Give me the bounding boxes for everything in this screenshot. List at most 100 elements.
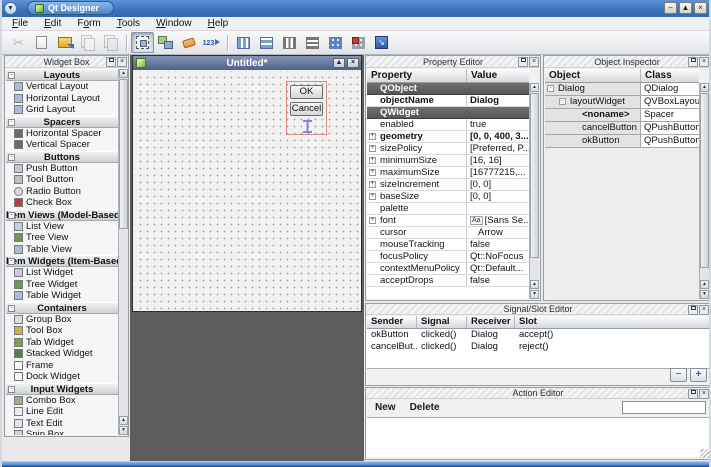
scroll-up-icon[interactable]: ▲ bbox=[700, 83, 709, 92]
close-icon[interactable]: × bbox=[694, 2, 707, 14]
widget-item-group-box[interactable]: Group Box bbox=[6, 314, 118, 326]
expand-icon[interactable]: + bbox=[369, 145, 376, 152]
widget-item-tree-view[interactable]: Tree View bbox=[6, 232, 118, 244]
property-row-enabled[interactable]: enabledtrue bbox=[367, 119, 529, 131]
property-row-sizePolicy[interactable]: +sizePolicy[Preferred, P... bbox=[367, 143, 529, 155]
property-row-font[interactable]: +fontAa[Sans Se... bbox=[367, 215, 529, 227]
section-item-views-model-based-[interactable]: -Item Views (Model-Based) bbox=[6, 209, 118, 221]
section-buttons[interactable]: -Buttons bbox=[6, 151, 118, 163]
inspector-row-Dialog[interactable]: -DialogQDialog bbox=[545, 83, 699, 96]
column-property[interactable]: Property bbox=[367, 69, 467, 82]
widget-item-tree-widget[interactable]: Tree Widget bbox=[6, 279, 118, 291]
widget-item-stacked-widget[interactable]: Stacked Widget bbox=[6, 348, 118, 360]
new-action-button[interactable]: New bbox=[375, 402, 396, 413]
property-row-sizeIncrement[interactable]: +sizeIncrement[0, 0] bbox=[367, 179, 529, 191]
menu-edit[interactable]: Edit bbox=[36, 17, 69, 31]
widget-item-table-widget[interactable]: Table Widget bbox=[6, 290, 118, 302]
property-row-focusPolicy[interactable]: focusPolicyQt::NoFocus bbox=[367, 251, 529, 263]
collapse-icon[interactable]: - bbox=[8, 119, 15, 126]
window-titlebar[interactable]: ▼ Qt Designer – ▲ × bbox=[0, 0, 711, 17]
delete-action-button[interactable]: Delete bbox=[410, 402, 440, 413]
resize-grip-icon[interactable] bbox=[700, 449, 709, 458]
maximize-icon[interactable]: ▲ bbox=[679, 2, 692, 14]
cut-button[interactable] bbox=[7, 32, 30, 53]
widget-item-horizontal-spacer[interactable]: Horizontal Spacer bbox=[6, 128, 118, 140]
property-section-qobject[interactable]: QObject bbox=[367, 83, 529, 95]
collapse-icon[interactable]: - bbox=[8, 386, 15, 393]
minimize-icon[interactable]: – bbox=[664, 2, 677, 14]
property-row-minimumSize[interactable]: +minimumSize[16, 16] bbox=[367, 155, 529, 167]
column-object[interactable]: Object bbox=[545, 69, 641, 82]
property-value[interactable]: [16, 16] bbox=[467, 155, 529, 166]
layout-grid-button[interactable] bbox=[324, 32, 347, 53]
scrollbar-thumb[interactable] bbox=[119, 79, 128, 229]
vertical-spacer-item[interactable] bbox=[303, 120, 312, 133]
scroll-up-icon[interactable]: ▲ bbox=[119, 69, 128, 78]
property-value[interactable]: false bbox=[467, 239, 529, 250]
column-value[interactable]: Value bbox=[467, 69, 529, 82]
section-input-widgets[interactable]: -Input Widgets bbox=[6, 383, 118, 395]
property-editor-titlebar[interactable]: Property Editor × bbox=[366, 56, 540, 68]
inspector-row-okButton[interactable]: okButtonQPushButton bbox=[545, 135, 699, 148]
widget-item-vertical-spacer[interactable]: Vertical Spacer bbox=[6, 139, 118, 151]
close-icon[interactable]: × bbox=[699, 305, 709, 315]
collapse-icon[interactable]: - bbox=[8, 72, 15, 79]
section-containers[interactable]: -Containers bbox=[6, 302, 118, 314]
collapse-icon[interactable]: - bbox=[547, 85, 554, 92]
property-section-qwidget[interactable]: QWidget bbox=[367, 107, 529, 119]
layout-vertical-splitter-button[interactable] bbox=[301, 32, 324, 53]
property-value[interactable]: Aa[Sans Se... bbox=[467, 215, 529, 226]
scroll-down-icon[interactable]: ▼ bbox=[530, 290, 539, 299]
property-row-cursor[interactable]: cursorArrow bbox=[367, 227, 529, 239]
property-row-contextMenuPolicy[interactable]: contextMenuPolicyQt::Default... bbox=[367, 263, 529, 275]
widget-item-combo-box[interactable]: Combo Box bbox=[6, 395, 118, 407]
widget-item-tab-widget[interactable]: Tab Widget bbox=[6, 337, 118, 349]
menu-file[interactable]: File bbox=[4, 17, 36, 31]
layout-horizontal-button[interactable] bbox=[232, 32, 255, 53]
expand-icon[interactable]: + bbox=[369, 157, 376, 164]
signal-row-1[interactable]: cancelBut...clicked()Dialogreject() bbox=[367, 341, 709, 353]
float-icon[interactable] bbox=[106, 57, 116, 67]
widget-item-list-view[interactable]: List View bbox=[6, 221, 118, 233]
remove-connection-button[interactable]: − bbox=[670, 368, 687, 382]
edit-buddies-button[interactable] bbox=[177, 32, 200, 53]
scroll-up-icon[interactable]: ▲ bbox=[530, 280, 539, 289]
widget-item-grid-layout[interactable]: Grid Layout bbox=[6, 104, 118, 116]
property-value[interactable]: Qt::NoFocus bbox=[467, 251, 529, 262]
collapse-icon[interactable]: - bbox=[8, 212, 15, 219]
property-value[interactable]: [0, 0] bbox=[467, 179, 529, 190]
menu-form[interactable]: Form bbox=[69, 17, 108, 31]
close-icon[interactable]: × bbox=[529, 57, 539, 67]
collapse-icon[interactable]: - bbox=[8, 305, 15, 312]
column-slot[interactable]: Slot bbox=[515, 316, 709, 328]
widget-item-push-button[interactable]: Push Button bbox=[6, 163, 118, 175]
widget-item-text-edit[interactable]: Text Edit bbox=[6, 418, 118, 430]
float-icon[interactable] bbox=[688, 305, 698, 315]
widget-item-line-edit[interactable]: Line Edit bbox=[6, 406, 118, 418]
scroll-down-icon[interactable]: ▼ bbox=[119, 426, 128, 435]
property-value[interactable]: true bbox=[467, 119, 529, 130]
widget-item-dock-widget[interactable]: Dock Widget bbox=[6, 371, 118, 383]
widget-item-horizontal-layout[interactable]: Horizontal Layout bbox=[6, 93, 118, 105]
property-value[interactable]: false bbox=[467, 275, 529, 286]
inspector-row-noname[interactable]: <noname>Spacer bbox=[545, 109, 699, 122]
widget-item-tool-box[interactable]: Tool Box bbox=[6, 325, 118, 337]
expand-icon[interactable]: + bbox=[369, 193, 376, 200]
signal-slot-editor-titlebar[interactable]: Signal/Slot Editor × bbox=[366, 304, 710, 315]
new-form-button[interactable] bbox=[30, 32, 53, 53]
property-row-palette[interactable]: palette bbox=[367, 203, 529, 215]
edit-widgets-button[interactable] bbox=[131, 32, 154, 53]
cancel-button[interactable]: Cancel bbox=[290, 102, 323, 116]
column-sender[interactable]: Sender bbox=[367, 316, 417, 328]
property-value[interactable] bbox=[467, 203, 529, 214]
column-class[interactable]: Class bbox=[641, 69, 699, 82]
float-icon[interactable] bbox=[688, 389, 698, 399]
widget-item-check-box[interactable]: Check Box bbox=[6, 197, 118, 209]
property-row-mouseTracking[interactable]: mouseTrackingfalse bbox=[367, 239, 529, 251]
float-icon[interactable] bbox=[518, 57, 528, 67]
widget-item-table-view[interactable]: Table View bbox=[6, 244, 118, 256]
form-titlebar[interactable]: Untitled* ▲ × bbox=[133, 56, 361, 70]
ok-button[interactable]: OK bbox=[290, 85, 323, 99]
close-icon[interactable]: × bbox=[117, 57, 127, 67]
collapse-icon[interactable]: - bbox=[8, 258, 15, 265]
